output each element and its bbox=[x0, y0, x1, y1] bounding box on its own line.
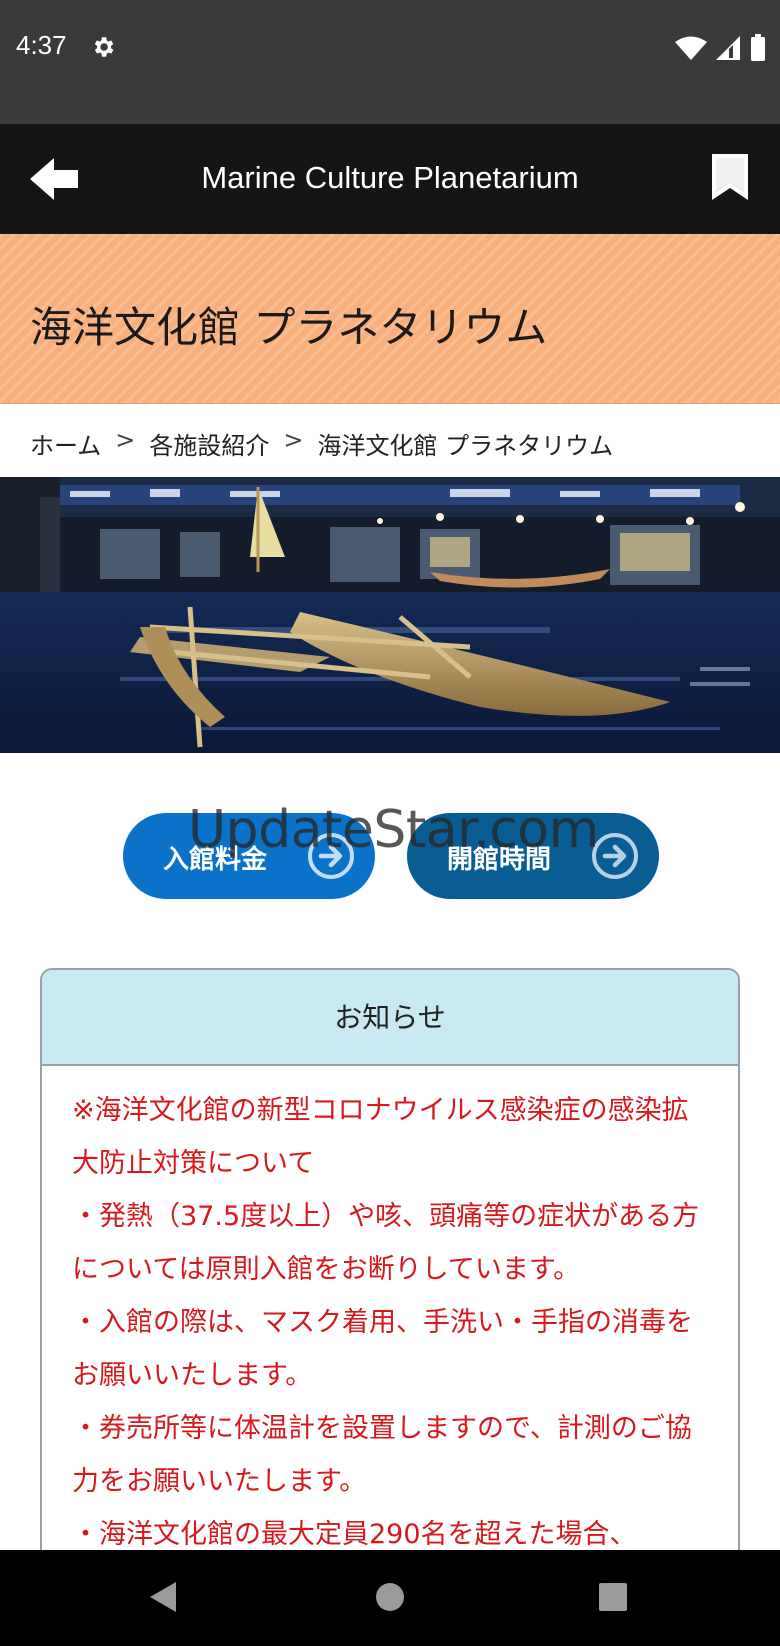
wifi-icon bbox=[674, 35, 708, 65]
breadcrumb: ホーム > 各施設紹介 > 海洋文化館 プラネタリウム bbox=[30, 426, 613, 461]
status-bar: 4:37 bbox=[0, 0, 780, 124]
notice-box: お知らせ ※海洋文化館の新型コロナウイルス感染症の感染拡大防止対策について ・発… bbox=[40, 968, 740, 1646]
nav-recents-button[interactable] bbox=[598, 1580, 628, 1618]
nav-back-button[interactable] bbox=[148, 1580, 178, 1618]
status-icons bbox=[674, 34, 766, 66]
bookmark-button[interactable] bbox=[710, 152, 754, 208]
circle-arrow-right-icon bbox=[592, 833, 638, 879]
gear-icon bbox=[90, 34, 116, 64]
opening-hours-button[interactable]: 開館時間 bbox=[407, 813, 659, 899]
page-title-band: 海洋文化館 プラネタリウム bbox=[0, 234, 780, 404]
notice-line: ※海洋文化館の新型コロナウイルス感染症の感染拡大防止対策について bbox=[72, 1095, 689, 1179]
breadcrumb-separator: > bbox=[115, 426, 136, 454]
nav-home-button[interactable] bbox=[375, 1580, 405, 1618]
app-title: Marine Culture Planetarium bbox=[201, 160, 579, 195]
notice-body: ※海洋文化館の新型コロナウイルス感染症の感染拡大防止対策について ・発熱（37.… bbox=[42, 1066, 738, 1561]
triangle-back-icon bbox=[150, 1582, 176, 1612]
notice-line: ・入館の際は、マスク着用、手洗い・手指の消毒をお願いいたします。 bbox=[72, 1307, 693, 1391]
admission-fee-label: 入館料金 bbox=[163, 845, 268, 875]
battery-icon bbox=[750, 34, 766, 66]
circle-arrow-right-icon bbox=[308, 833, 354, 879]
bookmark-icon bbox=[712, 154, 748, 200]
opening-hours-label: 開館時間 bbox=[447, 845, 552, 875]
notice-line: ・券売所等に体温計を設置しますので、計測のご協力をお願いいたします。 bbox=[72, 1413, 692, 1497]
notice-line: ・発熱（37.5度以上）や咳、頭痛等の症状がある方については原則入館をお断りして… bbox=[72, 1201, 700, 1285]
signal-icon bbox=[716, 35, 742, 65]
square-recents-icon bbox=[599, 1583, 627, 1611]
museum-hall-photo bbox=[0, 477, 780, 753]
breadcrumb-home[interactable]: ホーム bbox=[30, 426, 101, 461]
breadcrumb-facilities[interactable]: 各施設紹介 bbox=[149, 426, 269, 461]
breadcrumb-current: 海洋文化館 プラネタリウム bbox=[317, 432, 614, 460]
status-time: 4:37 bbox=[16, 30, 67, 60]
action-buttons: 入館料金 開館時間 bbox=[0, 813, 780, 899]
notice-header: お知らせ bbox=[42, 970, 738, 1066]
system-nav-bar bbox=[0, 1550, 780, 1646]
app-bar: Marine Culture Planetarium bbox=[0, 124, 780, 234]
breadcrumb-separator: > bbox=[283, 426, 304, 454]
admission-fee-button[interactable]: 入館料金 bbox=[123, 813, 375, 899]
circle-home-icon bbox=[376, 1583, 404, 1611]
page-title: 海洋文化館 プラネタリウム bbox=[30, 303, 548, 352]
